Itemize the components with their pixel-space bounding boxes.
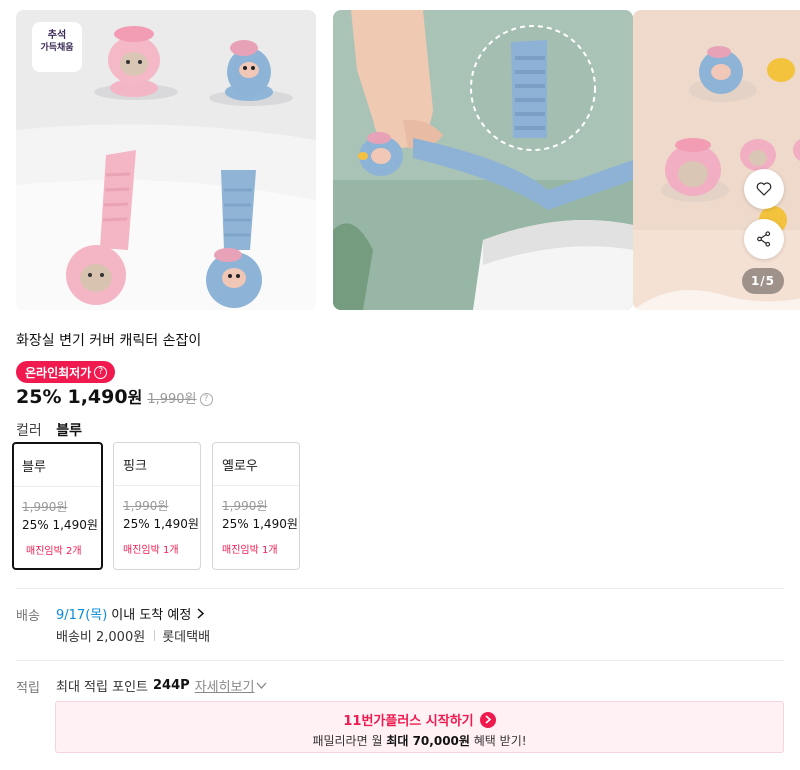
section-divider	[16, 660, 784, 661]
share-icon	[757, 231, 771, 247]
share-button[interactable]	[744, 219, 784, 259]
promo-sticker-line1: 추석	[47, 30, 67, 41]
product-title: 화장실 변기 커버 캐릭터 손잡이	[16, 333, 202, 349]
points-label: 적립	[16, 681, 40, 696]
product-image-2[interactable]	[333, 10, 633, 310]
plus-sub-bold: 최대 70,000원	[386, 734, 470, 748]
delivery-carrier: 롯데택배	[162, 630, 211, 645]
price-row: 25% 1,490원 1,990원 ?	[16, 384, 213, 408]
option-original-price: 1,990원	[222, 499, 268, 513]
option-name: 핑크	[123, 459, 147, 474]
separator	[154, 630, 156, 641]
delivery-label: 배송	[16, 609, 40, 624]
points-text: 최대 적립 포인트	[56, 680, 148, 695]
points-row: 최대 적립 포인트 244P 자세히보기	[56, 676, 267, 695]
eleven-plus-banner[interactable]: 11번가플러스 시작하기 패밀리라면 월 최대 70,000원 혜택 받기!	[55, 701, 784, 753]
discount-rate: 25%	[16, 386, 62, 408]
sale-price-currency: 원	[127, 388, 143, 407]
chevron-down-icon[interactable]	[256, 682, 267, 689]
delivery-fee-row: 배송비 2,000원 롯데택배	[56, 626, 210, 645]
price-help-icon[interactable]: ?	[199, 392, 213, 406]
plus-sub-post: 혜택 받기!	[473, 734, 527, 748]
option-divider	[14, 486, 101, 487]
like-button[interactable]	[744, 169, 784, 209]
sale-price-amount: 1,490	[67, 386, 128, 408]
lowest-price-badge[interactable]: 온라인최저가 ?	[16, 361, 116, 383]
option-stock-warning: 매진임박 1개	[123, 545, 179, 556]
plus-banner-head: 11번가플러스 시작하기	[56, 710, 783, 729]
promo-sticker-line2: 가득채움	[40, 43, 74, 53]
product-image-gallery[interactable]: 추석 가득채움	[16, 10, 800, 310]
option-divider	[213, 485, 299, 486]
option-card-blue[interactable]: 블루 1,990원 25% 1,490원 매진임박 2개	[12, 442, 103, 570]
selected-color-row: 컬러 블루	[16, 420, 82, 440]
option-sale-price: 25% 1,490원	[22, 518, 98, 532]
image-counter: 1/5	[742, 268, 784, 294]
plus-banner-subtitle: 패밀리라면 월 최대 70,000원 혜택 받기!	[56, 732, 783, 749]
heart-icon	[756, 182, 772, 196]
option-stock-warning: 매진임박 1개	[222, 545, 278, 556]
option-card-pink[interactable]: 핑크 1,990원 25% 1,490원 매진임박 1개	[113, 442, 201, 570]
arrow-circle-icon	[479, 711, 496, 728]
option-name: 옐로우	[222, 459, 258, 474]
lowest-price-badge-label: 온라인최저가	[25, 365, 92, 380]
option-sale-price: 25% 1,490원	[123, 517, 199, 531]
sale-price: 1,490원	[67, 384, 142, 408]
delivery-date-suffix: 이내 도착 예정	[111, 608, 192, 623]
option-stock-warning: 매진임박 2개	[26, 546, 82, 557]
option-sale-price: 25% 1,490원	[222, 517, 298, 531]
points-detail-link[interactable]: 자세히보기	[195, 676, 255, 695]
option-card-yellow[interactable]: 옐로우 1,990원 25% 1,490원 매진임박 1개	[212, 442, 300, 570]
delivery-fee: 배송비 2,000원	[56, 630, 146, 645]
color-label: 컬러	[16, 423, 42, 439]
option-original-price: 1,990원	[22, 500, 68, 514]
help-icon[interactable]: ?	[94, 365, 108, 379]
option-name: 블루	[22, 460, 46, 475]
chevron-right-icon	[197, 608, 205, 619]
product-image-3[interactable]	[633, 10, 800, 310]
option-original-price: 1,990원	[123, 499, 169, 513]
original-price: 1,990원	[147, 392, 197, 407]
plus-sub-pre: 패밀리라면 월	[312, 734, 383, 748]
delivery-date: 9/17(목)	[56, 608, 108, 623]
option-divider	[114, 485, 200, 486]
plus-banner-title: 11번가플러스 시작하기	[343, 714, 474, 729]
delivery-date-link[interactable]: 9/17(목) 이내 도착 예정	[56, 604, 205, 623]
points-amount: 244P	[153, 678, 190, 693]
chuseok-promo-sticker: 추석 가득채움	[32, 22, 82, 72]
selected-color-value: 블루	[56, 423, 82, 439]
section-divider	[16, 588, 784, 589]
